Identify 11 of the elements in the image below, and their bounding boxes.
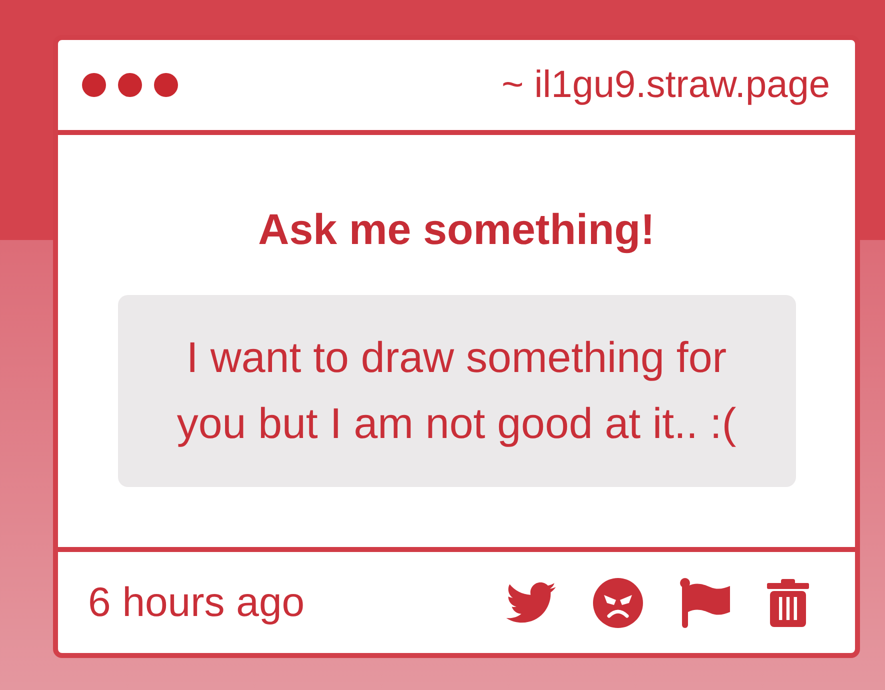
angry-face-icon[interactable] [593, 578, 643, 628]
dot-icon [154, 73, 178, 97]
url-text: ~ il1gu9.straw.page [501, 64, 830, 106]
card-title: Ask me something! [258, 205, 655, 255]
trash-icon[interactable] [767, 578, 809, 626]
dot-icon [82, 73, 106, 97]
dot-icon [118, 73, 142, 97]
flag-icon[interactable] [680, 578, 730, 628]
question-text: I want to draw something for you but I am not good at it.. :( [176, 334, 736, 448]
bird-icon[interactable] [506, 582, 556, 623]
timestamp: 6 hours ago [88, 579, 305, 626]
